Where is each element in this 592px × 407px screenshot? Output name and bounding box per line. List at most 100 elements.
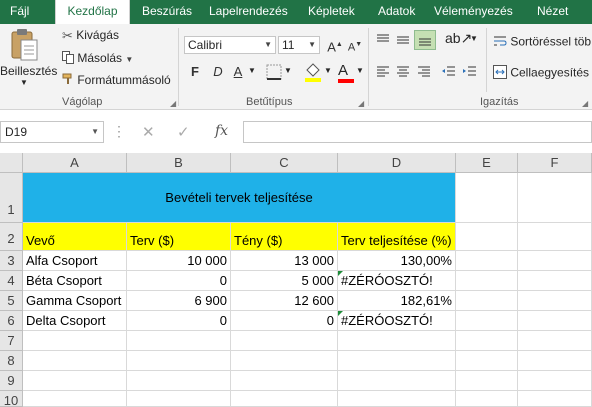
cell-b8[interactable] xyxy=(127,351,231,371)
cell-f10[interactable] xyxy=(518,391,592,407)
cell-a9[interactable] xyxy=(23,371,127,391)
cell-e8[interactable] xyxy=(456,351,518,371)
align-middle-button[interactable] xyxy=(395,32,411,51)
font-launcher-icon[interactable]: ◢ xyxy=(358,99,364,108)
cell-e10[interactable] xyxy=(456,391,518,407)
table-cell[interactable]: Béta Csoport xyxy=(23,271,127,291)
table-cell[interactable]: 5 000 xyxy=(231,271,338,291)
row-header-7[interactable]: 7 xyxy=(0,331,23,351)
wrap-text-button[interactable]: Sortöréssel töb xyxy=(493,34,591,51)
cell-e5[interactable] xyxy=(456,291,518,311)
cell-e2[interactable] xyxy=(456,223,518,251)
cell-e4[interactable] xyxy=(456,271,518,291)
decrease-indent-button[interactable] xyxy=(441,64,457,83)
clipboard-launcher-icon[interactable]: ◢ xyxy=(170,99,176,108)
cell-c7[interactable] xyxy=(231,331,338,351)
error-indicator-icon[interactable] xyxy=(338,271,343,276)
cell-d9[interactable] xyxy=(338,371,456,391)
underline-button[interactable]: A xyxy=(228,62,248,82)
tab-review[interactable]: Véleményezés xyxy=(434,0,513,24)
cell-d10[interactable] xyxy=(338,391,456,407)
grow-font-button[interactable]: A▲ xyxy=(325,35,345,55)
orientation-button[interactable]: ab↗ xyxy=(445,30,472,47)
row-header-5[interactable]: 5 xyxy=(0,291,23,311)
column-header-c[interactable]: C xyxy=(231,153,338,173)
cell-e1[interactable] xyxy=(456,173,518,223)
tab-file[interactable]: Fájl xyxy=(10,0,29,24)
italic-button[interactable]: D xyxy=(208,62,228,82)
name-box[interactable]: D19 ▼ xyxy=(0,121,104,143)
row-header-1[interactable]: 1 xyxy=(0,173,23,223)
select-all-corner[interactable] xyxy=(0,153,23,173)
cell-c8[interactable] xyxy=(231,351,338,371)
column-header-e[interactable]: E xyxy=(456,153,518,173)
header-cell-teny[interactable]: Tény ($) xyxy=(231,223,338,251)
error-cell[interactable]: #ZÉRÓOSZTÓ! xyxy=(338,311,456,331)
align-bottom-button[interactable] xyxy=(414,30,436,50)
copy-button[interactable]: Másolás ▼ xyxy=(62,51,133,67)
tab-view[interactable]: Nézet xyxy=(537,0,568,24)
table-cell[interactable]: 12 600 xyxy=(231,291,338,311)
insert-function-button[interactable]: fx xyxy=(215,123,228,139)
cell-b10[interactable] xyxy=(127,391,231,407)
row-header-4[interactable]: 4 xyxy=(0,271,23,291)
fill-color-dropdown-icon[interactable]: ▼ xyxy=(324,66,332,75)
cell-e3[interactable] xyxy=(456,251,518,271)
column-header-f[interactable]: F xyxy=(518,153,592,173)
font-color-button[interactable]: A xyxy=(338,62,354,83)
error-indicator-icon[interactable] xyxy=(338,311,343,316)
cell-f4[interactable] xyxy=(518,271,592,291)
align-left-button[interactable] xyxy=(375,64,391,83)
align-right-button[interactable] xyxy=(416,64,432,83)
cell-f8[interactable] xyxy=(518,351,592,371)
underline-dropdown-icon[interactable]: ▼ xyxy=(248,66,256,75)
font-name-combo[interactable]: Calibri ▼ xyxy=(184,36,276,54)
row-header-9[interactable]: 9 xyxy=(0,371,23,391)
shrink-font-button[interactable]: A▼ xyxy=(345,35,365,55)
cell-f6[interactable] xyxy=(518,311,592,331)
align-top-button[interactable] xyxy=(375,32,391,51)
cell-e6[interactable] xyxy=(456,311,518,331)
table-cell[interactable]: 0 xyxy=(127,311,231,331)
merge-cells-button[interactable]: Cellaegyesítés xyxy=(493,65,589,82)
increase-indent-button[interactable] xyxy=(462,64,478,83)
borders-button[interactable] xyxy=(266,64,282,83)
cell-a10[interactable] xyxy=(23,391,127,407)
cell-d7[interactable] xyxy=(338,331,456,351)
cell-f9[interactable] xyxy=(518,371,592,391)
column-header-d[interactable]: D xyxy=(338,153,456,173)
bold-button[interactable]: F xyxy=(185,62,205,82)
copy-dropdown-icon[interactable]: ▼ xyxy=(125,55,133,64)
paste-button[interactable]: Beillesztés xyxy=(0,64,57,78)
cut-button[interactable]: ✂ Kivágás xyxy=(62,28,119,44)
font-color-dropdown-icon[interactable]: ▼ xyxy=(356,66,364,75)
header-cell-teljesites[interactable]: Terv teljesítése (%) xyxy=(338,223,456,251)
title-cell[interactable]: Bevételi tervek teljesítése xyxy=(23,173,456,223)
table-cell[interactable]: 10 000 xyxy=(127,251,231,271)
cell-a7[interactable] xyxy=(23,331,127,351)
cell-f3[interactable] xyxy=(518,251,592,271)
table-cell[interactable]: 182,61% xyxy=(338,291,456,311)
cancel-icon[interactable]: ✕ xyxy=(142,123,155,141)
enter-icon[interactable]: ✓ xyxy=(177,123,190,141)
table-cell[interactable]: 130,00% xyxy=(338,251,456,271)
tab-insert[interactable]: Beszúrás xyxy=(142,0,192,24)
cell-c10[interactable] xyxy=(231,391,338,407)
row-header-10[interactable]: 10 xyxy=(0,391,23,407)
table-cell[interactable]: 0 xyxy=(231,311,338,331)
cell-f7[interactable] xyxy=(518,331,592,351)
table-cell[interactable]: 6 900 xyxy=(127,291,231,311)
cell-f1[interactable] xyxy=(518,173,592,223)
cell-e7[interactable] xyxy=(456,331,518,351)
alignment-launcher-icon[interactable]: ◢ xyxy=(582,99,588,108)
cell-e9[interactable] xyxy=(456,371,518,391)
fill-color-button[interactable] xyxy=(304,62,322,85)
align-center-button[interactable] xyxy=(395,64,411,83)
table-cell[interactable]: 13 000 xyxy=(231,251,338,271)
tab-formulas[interactable]: Képletek xyxy=(308,0,355,24)
cell-a8[interactable] xyxy=(23,351,127,371)
cell-f5[interactable] xyxy=(518,291,592,311)
row-header-8[interactable]: 8 xyxy=(0,351,23,371)
row-header-6[interactable]: 6 xyxy=(0,311,23,331)
table-cell[interactable]: Alfa Csoport xyxy=(23,251,127,271)
